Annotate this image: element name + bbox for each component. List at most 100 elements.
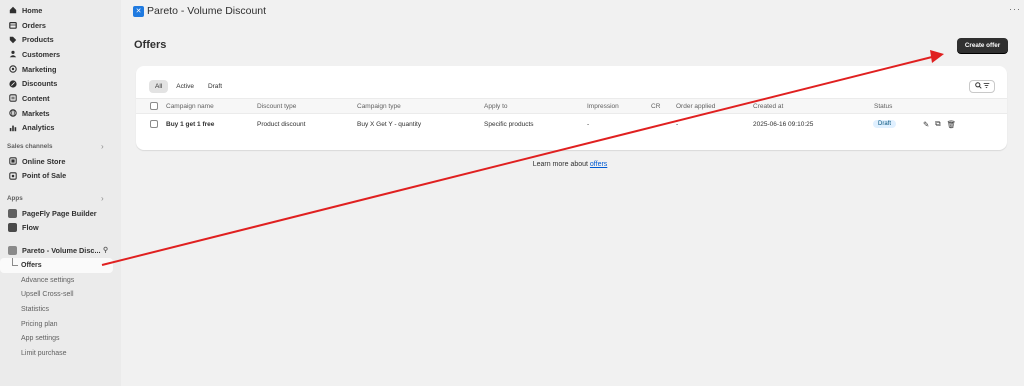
- table-row[interactable]: Buy 1 get 1 free Product discount Buy X …: [136, 115, 1007, 133]
- row-actions: ✎ ⧉ 🗑︎: [923, 115, 962, 133]
- campaign-name[interactable]: Buy 1 get 1 free: [166, 115, 214, 133]
- section-label: Apps: [7, 195, 23, 203]
- home-icon: [8, 6, 17, 15]
- sub-item-statistics[interactable]: Statistics: [0, 302, 121, 317]
- target-icon: [8, 65, 17, 74]
- sub-item-label: Limit purchase: [21, 349, 67, 357]
- nav-discounts[interactable]: Discounts: [0, 76, 121, 91]
- nav-label: PageFly Page Builder: [22, 208, 97, 218]
- nav-point-of-sale[interactable]: Point of Sale: [0, 169, 121, 184]
- page-title: Offers: [134, 39, 167, 51]
- nav-content[interactable]: Content: [0, 91, 121, 106]
- sub-item-label: Offers: [21, 261, 42, 269]
- nav-orders[interactable]: Orders: [0, 18, 121, 33]
- app-title-text: Pareto - Volume Discount: [147, 5, 267, 17]
- tab-all[interactable]: All: [149, 80, 169, 93]
- sub-item-label: Pricing plan: [21, 320, 58, 328]
- nav-markets[interactable]: Markets: [0, 106, 121, 121]
- column-header[interactable]: Status: [874, 99, 892, 113]
- pareto-logo-icon: ✕: [133, 5, 144, 17]
- nav-products[interactable]: Products: [0, 32, 121, 47]
- trash-icon[interactable]: 🗑︎: [947, 120, 957, 129]
- apps-section[interactable]: Apps ›: [0, 191, 121, 206]
- tag-icon: [8, 35, 17, 44]
- nav-label: Analytics: [22, 123, 55, 133]
- nav-label: Pareto - Volume Disc...: [22, 246, 101, 256]
- tab-draft[interactable]: Draft: [202, 80, 228, 93]
- learn-more: Learn more about offers: [0, 161, 1024, 168]
- search-filter-button[interactable]: [969, 80, 995, 93]
- arrow-head: [930, 50, 944, 63]
- column-header[interactable]: Impression: [587, 99, 619, 113]
- flow-icon: [8, 223, 17, 233]
- pin-icon[interactable]: ⚲: [103, 246, 108, 254]
- app-title: ✕ Pareto - Volume Discount: [133, 5, 266, 17]
- discount-icon: [8, 79, 17, 88]
- column-header[interactable]: Discount type: [257, 99, 296, 113]
- pos-icon: [8, 171, 17, 180]
- sub-item-label: App settings: [21, 335, 60, 343]
- pagefly-icon: [8, 208, 17, 218]
- nav-flow[interactable]: Flow: [0, 221, 121, 236]
- sidebar: Home Orders Products Customers Marketing…: [0, 0, 121, 386]
- filter-icon: [983, 82, 990, 91]
- create-offer-button[interactable]: Create offer: [957, 38, 1008, 53]
- chart-icon: [8, 123, 17, 132]
- nav-label: Markets: [22, 108, 50, 118]
- nav-analytics[interactable]: Analytics: [0, 121, 121, 136]
- nav-label: Products: [22, 35, 54, 45]
- nav-marketing[interactable]: Marketing: [0, 62, 121, 77]
- order-applied: -: [676, 120, 679, 128]
- duplicate-icon[interactable]: ⧉: [935, 119, 940, 129]
- search-icon: [974, 82, 982, 91]
- nav-label: Discounts: [22, 79, 58, 89]
- sales-channels-section[interactable]: Sales channels ›: [0, 139, 121, 154]
- tab-active[interactable]: Active: [170, 80, 200, 93]
- offers-link[interactable]: offers: [590, 161, 607, 168]
- created-at: 2025-06-16 09:10:25: [753, 120, 814, 128]
- filter-tabs: All Active Draft: [149, 80, 230, 93]
- nav-label: Marketing: [22, 64, 57, 74]
- column-header[interactable]: CR: [651, 99, 660, 113]
- edit-icon[interactable]: ✎: [923, 120, 929, 129]
- status-cell: Draft: [873, 115, 897, 133]
- sub-item-offers[interactable]: Offers: [0, 258, 113, 273]
- column-header[interactable]: Created at: [753, 99, 783, 113]
- sub-item-limit-purchase[interactable]: Limit purchase: [0, 346, 121, 361]
- nav-label: Flow: [22, 223, 39, 233]
- sub-item-label: Statistics: [21, 305, 50, 313]
- pareto-icon: [8, 246, 17, 256]
- globe-icon: [8, 109, 17, 118]
- sub-item-app-settings[interactable]: App settings: [0, 331, 121, 346]
- nav-customers[interactable]: Customers: [0, 47, 121, 62]
- nav-label: Point of Sale: [22, 171, 67, 181]
- sub-item-label: Advance settings: [21, 276, 75, 284]
- chevron-right-icon: ›: [101, 194, 104, 204]
- column-header[interactable]: Campaign type: [357, 99, 401, 113]
- orders-icon: [8, 21, 17, 30]
- more-icon[interactable]: ···: [1009, 4, 1021, 14]
- discount-type: Product discount: [257, 120, 306, 128]
- sub-item-advance-settings[interactable]: Advance settings: [0, 273, 121, 288]
- annotation-arrow: [101, 50, 944, 266]
- sub-item-upsell[interactable]: Upsell Cross-sell: [0, 287, 121, 302]
- nav-label: Home: [22, 5, 43, 15]
- learn-more-text: Learn more about: [532, 161, 590, 168]
- sub-item-label: Upsell Cross-sell: [21, 291, 74, 299]
- chevron-right-icon: ›: [101, 142, 104, 152]
- table-header: Campaign name Discount type Campaign typ…: [136, 98, 1007, 114]
- column-header[interactable]: Apply to: [484, 99, 508, 113]
- nav-pareto-app[interactable]: Pareto - Volume Disc... ⚲: [0, 243, 121, 258]
- nav-pagefly[interactable]: PageFly Page Builder: [0, 206, 121, 221]
- nav-label: Orders: [22, 20, 46, 30]
- sub-item-pricing-plan[interactable]: Pricing plan: [0, 317, 121, 332]
- person-icon: [8, 50, 17, 59]
- row-checkbox[interactable]: [150, 115, 158, 133]
- nav-label: Customers: [22, 49, 61, 59]
- nav-home[interactable]: Home: [0, 3, 121, 18]
- select-all-checkbox[interactable]: [150, 99, 158, 113]
- column-header[interactable]: Order applied: [676, 99, 715, 113]
- impression: -: [587, 120, 590, 128]
- tree-connector: [12, 258, 18, 266]
- column-header[interactable]: Campaign name: [166, 99, 214, 113]
